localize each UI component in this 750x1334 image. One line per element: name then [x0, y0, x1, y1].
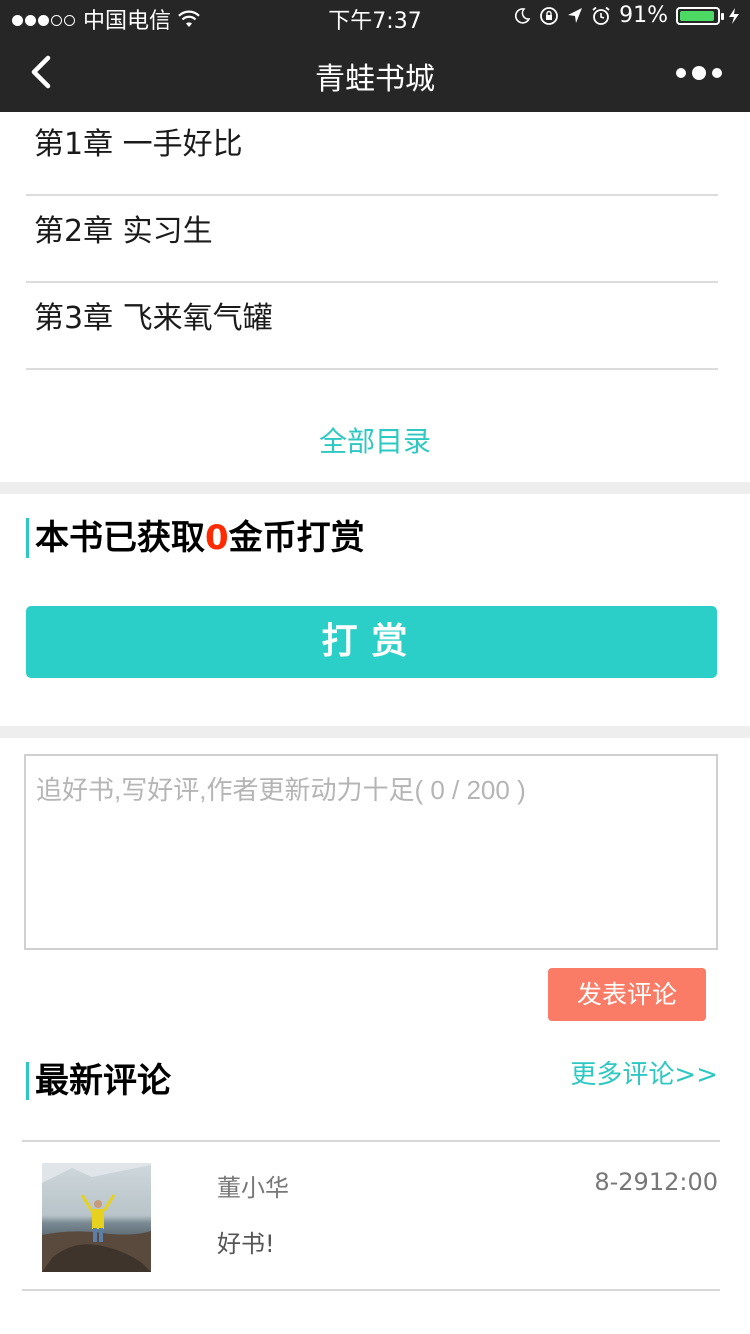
status-right: 91%	[513, 3, 740, 28]
reward-button[interactable]: 打赏	[26, 606, 717, 678]
battery-icon	[676, 6, 724, 25]
chapter-item[interactable]: 第2章 实习生	[26, 195, 718, 283]
section-divider	[0, 482, 750, 494]
section-divider	[0, 726, 750, 738]
chapter-item[interactable]: 第3章 飞来氧气罐	[26, 282, 718, 370]
chapter-item[interactable]: 第1章 一手好比	[26, 108, 718, 196]
comment-placeholder: 追好书,写好评,作者更新动力十足( 0 / 200 )	[36, 775, 526, 805]
alarm-icon	[592, 6, 610, 25]
divider	[22, 1140, 720, 1142]
divider	[22, 1289, 720, 1291]
more-dots-icon[interactable]	[676, 66, 722, 80]
comment-textarea[interactable]: 追好书,写好评,作者更新动力十足( 0 / 200 )	[24, 754, 718, 950]
comment-time: 8-2912:00	[594, 1168, 718, 1196]
page-title: 青蛙书城	[315, 62, 435, 97]
reward-count: 0	[205, 518, 229, 558]
all-catalog-link[interactable]: 全部目录	[0, 420, 750, 460]
charging-icon	[729, 7, 739, 24]
avatar-photo	[42, 1163, 151, 1272]
status-bar: 中国电信 下午7:37 91%	[0, 0, 750, 34]
nav-bar: 青蛙书城	[0, 32, 750, 112]
commenter-name: 董小华	[217, 1174, 289, 1202]
location-arrow-icon	[568, 7, 583, 23]
reward-summary: 本书已获取0金币打赏	[26, 518, 365, 558]
avatar[interactable]	[42, 1163, 151, 1272]
battery-percent: 91%	[619, 3, 668, 28]
latest-comments-title: 最新评论	[26, 1062, 171, 1100]
reward-prefix: 本书已获取	[35, 518, 205, 558]
more-comments-link[interactable]: 更多评论>>	[570, 1054, 718, 1091]
moon-icon	[515, 7, 531, 24]
rotation-lock-icon	[540, 6, 558, 25]
reward-suffix: 金币打赏	[228, 518, 365, 558]
post-comment-button[interactable]: 发表评论	[548, 968, 706, 1021]
comment-text: 好书!	[217, 1230, 275, 1258]
